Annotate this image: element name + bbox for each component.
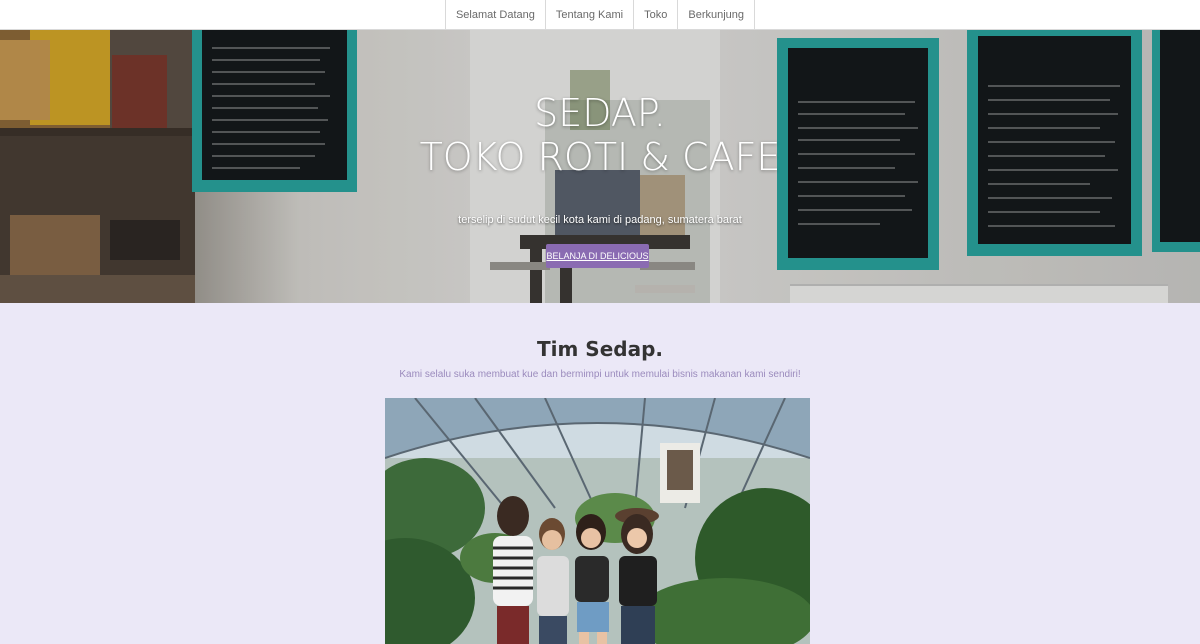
shop-cta-button[interactable]: BELANJA DI DELICIOUS bbox=[546, 244, 649, 268]
nav-link-toko[interactable]: Toko bbox=[634, 0, 677, 30]
team-title: Tim Sedap. bbox=[537, 337, 663, 361]
hero-subtitle: terselip di sudut kecil kota kami di pad… bbox=[458, 214, 742, 226]
hero-banner: SEDAP. TOKO ROTI & CAFE terselip di sudu… bbox=[0, 30, 1200, 303]
nav-item-berkunjung[interactable]: Berkunjung bbox=[677, 0, 756, 30]
team-greenhouse-photo bbox=[385, 398, 810, 644]
nav-link-selamat-datang[interactable]: Selamat Datang bbox=[446, 0, 545, 30]
nav-item-tentang-kami[interactable]: Tentang Kami bbox=[544, 0, 633, 30]
nav-link-berkunjung[interactable]: Berkunjung bbox=[678, 0, 754, 30]
hero-title-line2: TOKO ROTI & CAFE bbox=[419, 135, 781, 179]
nav-item-selamat-datang[interactable]: Selamat Datang bbox=[444, 0, 545, 30]
team-subtitle: Kami selalu suka membuat kue dan bermimp… bbox=[399, 369, 801, 380]
top-navigation: Selamat Datang Tentang Kami Toko Berkunj… bbox=[0, 0, 1200, 30]
hero-title-line1: SEDAP. bbox=[534, 91, 666, 135]
nav-link-tentang-kami[interactable]: Tentang Kami bbox=[546, 0, 633, 30]
nav-item-toko[interactable]: Toko bbox=[633, 0, 677, 30]
team-photo bbox=[385, 398, 810, 644]
